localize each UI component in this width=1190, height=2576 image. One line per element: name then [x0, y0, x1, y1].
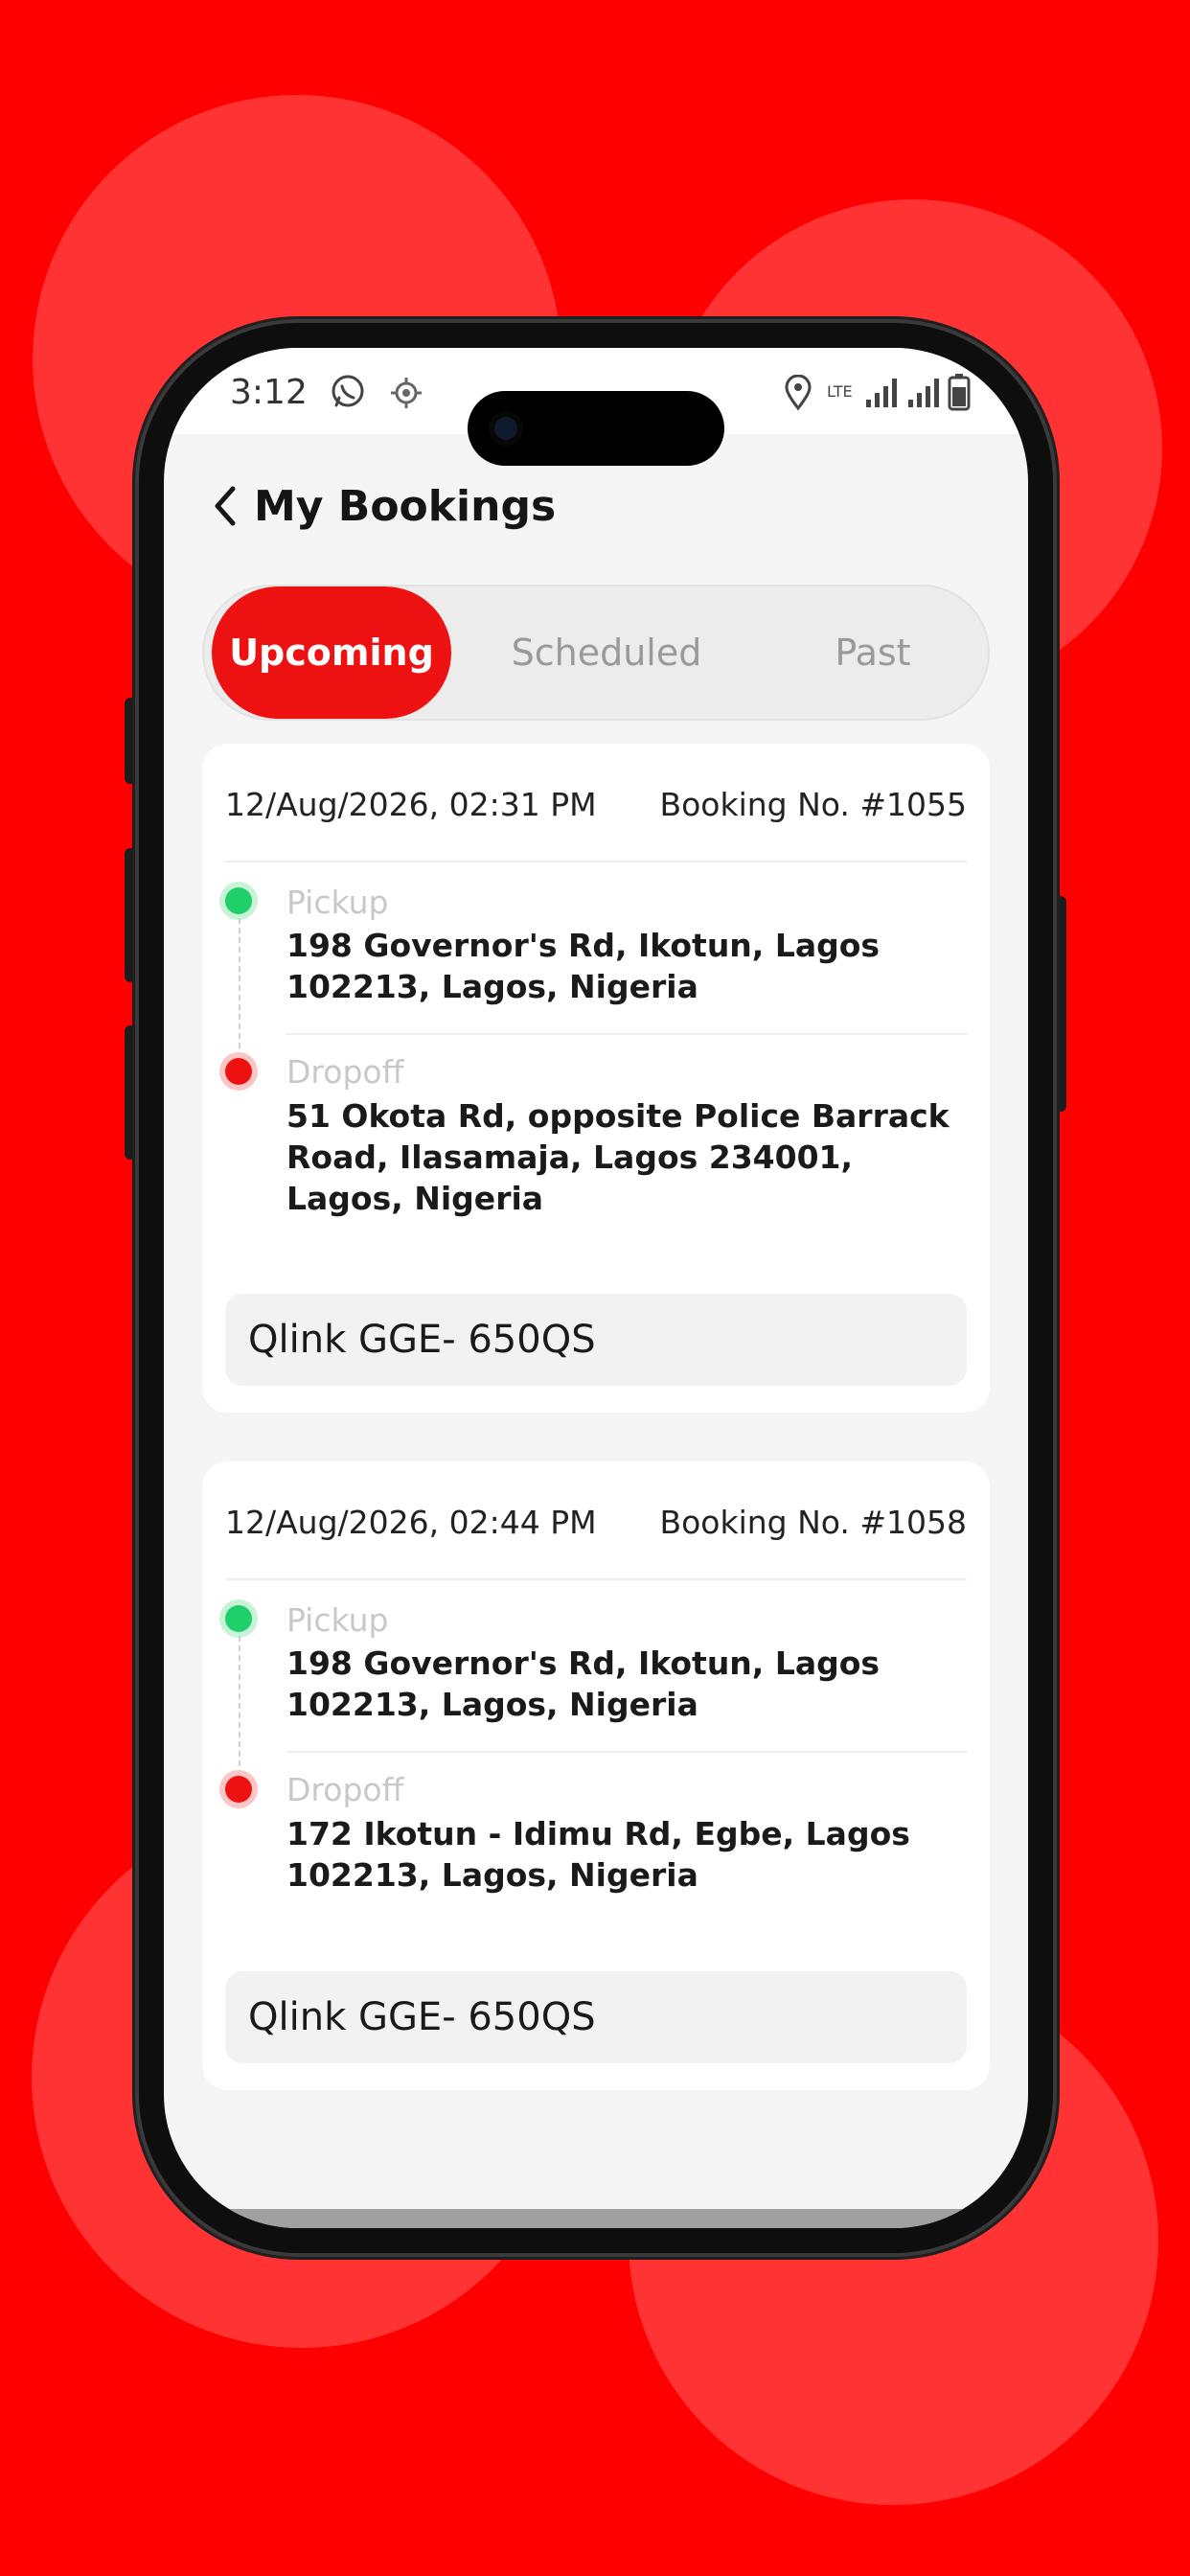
- booking-number: Booking No. #1058: [659, 1504, 967, 1541]
- route-line: [239, 918, 240, 1058]
- chevron-left-icon: [215, 486, 236, 526]
- dropoff-address: 172 Ikotun - Idimu Rd, Egbe, Lagos 10221…: [286, 1815, 910, 1894]
- page-title: My Bookings: [254, 481, 557, 531]
- tab-scheduled-label: Scheduled: [511, 632, 702, 674]
- booking-number: Booking No. #1055: [659, 786, 967, 823]
- vehicle-info: Qlink GGE- 650QS: [225, 1294, 967, 1386]
- app-screen: 3:12 LTE My Bookings Upcoming Scheduled …: [164, 348, 1028, 2228]
- network-type: LTE: [827, 382, 853, 401]
- booking-datetime: 12/Aug/2026, 02:44 PM: [225, 1504, 597, 1541]
- back-button[interactable]: [204, 477, 246, 535]
- dropoff-dot-icon: [225, 1776, 252, 1803]
- pickup-dot-icon: [225, 1605, 252, 1632]
- page-header: My Bookings: [204, 472, 556, 540]
- map-pin-icon: [785, 375, 812, 411]
- signal-icon: [908, 379, 939, 407]
- booking-datetime: 12/Aug/2026, 02:31 PM: [225, 786, 597, 823]
- tab-scheduled[interactable]: Scheduled: [463, 586, 750, 719]
- booking-card[interactable]: 12/Aug/2026, 02:44 PM Booking No. #1058 …: [202, 1461, 990, 2090]
- dropoff-label: Dropoff: [286, 1771, 404, 1808]
- vehicle-info: Qlink GGE- 650QS: [225, 1971, 967, 2063]
- whatsapp-icon: [332, 375, 364, 407]
- card-divider: [286, 1033, 967, 1035]
- booking-card-header: 12/Aug/2026, 02:44 PM Booking No. #1058: [225, 1504, 967, 1541]
- signal-icon: [866, 379, 897, 407]
- pickup-dot-icon: [225, 887, 252, 914]
- status-time: 3:12: [230, 373, 308, 412]
- pickup-address: 198 Governor's Rd, Ikotun, Lagos 102213,…: [286, 927, 881, 1005]
- card-divider: [225, 861, 967, 862]
- dynamic-island: [468, 391, 724, 466]
- tab-upcoming[interactable]: Upcoming: [212, 586, 451, 719]
- pickup-label: Pickup: [286, 1601, 389, 1639]
- route-line: [239, 1636, 240, 1776]
- phone-frame: 3:12 LTE My Bookings Upcoming Scheduled …: [135, 319, 1057, 2257]
- bottom-bar: [164, 2209, 1028, 2228]
- card-divider: [225, 1578, 967, 1580]
- pickup-label: Pickup: [286, 884, 389, 921]
- location-target-icon: [391, 378, 422, 408]
- booking-card-header: 12/Aug/2026, 02:31 PM Booking No. #1055: [225, 786, 967, 823]
- dropoff-address: 51 Okota Rd, opposite Police Barrack Roa…: [286, 1097, 950, 1217]
- booking-tabs: Upcoming Scheduled Past: [202, 585, 990, 721]
- tab-past[interactable]: Past: [760, 586, 986, 719]
- card-divider: [286, 1751, 967, 1753]
- battery-icon: [948, 374, 971, 411]
- booking-card[interactable]: 12/Aug/2026, 02:31 PM Booking No. #1055 …: [202, 744, 990, 1413]
- pickup-address: 198 Governor's Rd, Ikotun, Lagos 102213,…: [286, 1644, 881, 1723]
- front-camera: [489, 411, 523, 446]
- dropoff-label: Dropoff: [286, 1053, 404, 1091]
- dropoff-dot-icon: [225, 1058, 252, 1085]
